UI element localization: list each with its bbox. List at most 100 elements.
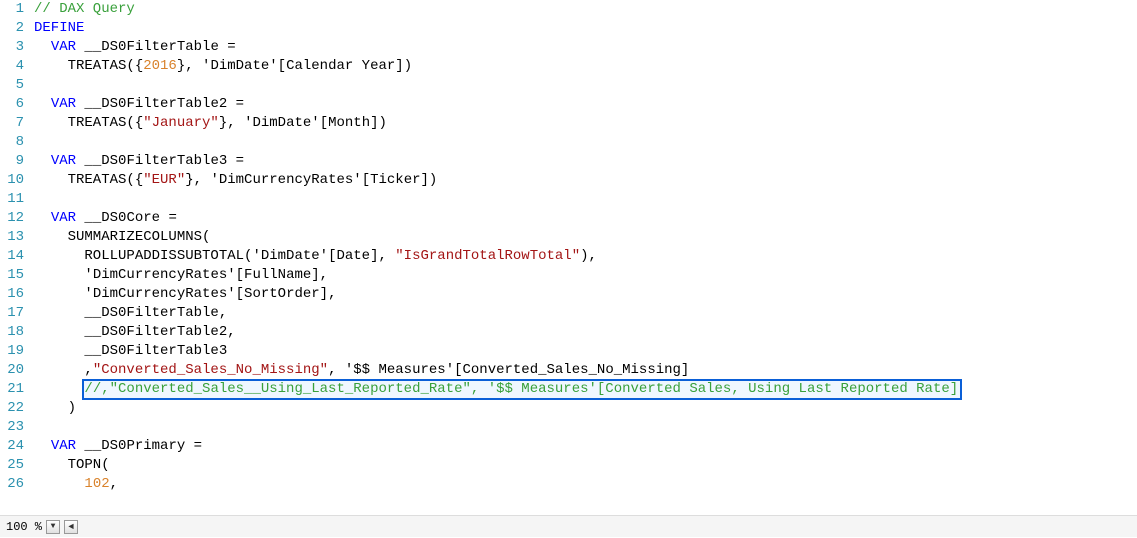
code-line[interactable]: TREATAS({2016}, 'DimDate'[Calendar Year]… [34,57,1137,76]
code-token: "Converted_Sales_No_Missing" [93,362,328,378]
code-line[interactable]: ) [34,399,1137,418]
code-token: // DAX Query [34,1,135,17]
status-bar: 100 % ▼ ◄ [0,515,1137,537]
line-number: 26 [0,475,24,494]
line-number: 25 [0,456,24,475]
line-number: 2 [0,19,24,38]
code-token: }, [219,115,244,131]
code-token: [SortOrder], [236,286,337,302]
code-token: __DS0Primary = [76,438,202,454]
code-line[interactable]: VAR __DS0Core = [34,209,1137,228]
code-line[interactable] [34,190,1137,209]
line-number: 3 [0,38,24,57]
code-token: __DS0FilterTable3 [34,343,227,359]
code-line[interactable] [34,133,1137,152]
code-token [34,476,84,492]
code-token: [FullName], [236,267,328,283]
code-line[interactable]: VAR __DS0FilterTable3 = [34,152,1137,171]
line-number: 23 [0,418,24,437]
code-line[interactable]: // DAX Query [34,0,1137,19]
code-line[interactable]: ,"Converted_Sales_No_Missing", '$$ Measu… [34,361,1137,380]
code-token: VAR [51,39,76,55]
code-editor[interactable]: 1234567891011121314151617181920212223242… [0,0,1137,513]
code-token [34,210,51,226]
line-number: 5 [0,76,24,95]
code-token [34,438,51,454]
line-number: 20 [0,361,24,380]
code-token: __DS0Core = [76,210,177,226]
line-number: 24 [0,437,24,456]
code-token: 'DimDate' [202,58,278,74]
code-token: TREATAS({ [34,58,143,74]
code-token [34,286,84,302]
code-token: , [34,362,93,378]
code-area[interactable]: // DAX Query DEFINE VAR __DS0FilterTable … [30,0,1137,513]
code-token: VAR [51,438,76,454]
code-token [34,381,84,397]
code-line[interactable]: __DS0FilterTable, [34,304,1137,323]
line-number: 10 [0,171,24,190]
code-line[interactable]: DEFINE [34,19,1137,38]
code-token: "January" [143,115,219,131]
code-token: [Ticker]) [362,172,438,188]
code-line[interactable]: //,"Converted_Sales__Using_Last_Reported… [34,380,1137,399]
code-token: ), [580,248,597,264]
code-token: __DS0FilterTable = [76,39,236,55]
line-number: 16 [0,285,24,304]
code-token: }, [185,172,210,188]
line-number: 8 [0,133,24,152]
code-line[interactable]: __DS0FilterTable3 [34,342,1137,361]
code-line[interactable]: TREATAS({"EUR"}, 'DimCurrencyRates'[Tick… [34,171,1137,190]
line-number: 21 [0,380,24,399]
zoom-level: 100 % [6,516,42,538]
code-token: DEFINE [34,20,84,36]
code-token: VAR [51,210,76,226]
code-token: [Date], [328,248,395,264]
code-line[interactable]: 'DimCurrencyRates'[SortOrder], [34,285,1137,304]
code-token: TREATAS({ [34,172,143,188]
line-number: 22 [0,399,24,418]
code-token [34,96,51,112]
line-number: 9 [0,152,24,171]
code-token: [Calendar Year]) [278,58,412,74]
code-line[interactable]: 'DimCurrencyRates'[FullName], [34,266,1137,285]
code-line[interactable]: VAR __DS0FilterTable2 = [34,95,1137,114]
line-number: 4 [0,57,24,76]
code-token: __DS0FilterTable, [34,305,227,321]
line-number: 6 [0,95,24,114]
code-line[interactable]: VAR __DS0Primary = [34,437,1137,456]
code-token: "IsGrandTotalRowTotal" [395,248,580,264]
code-line[interactable] [34,76,1137,95]
code-line[interactable]: SUMMARIZECOLUMNS( [34,228,1137,247]
line-number: 7 [0,114,24,133]
code-token: [Converted_Sales_No_Missing] [454,362,689,378]
code-line[interactable]: TREATAS({"January"}, 'DimDate'[Month]) [34,114,1137,133]
code-line[interactable]: __DS0FilterTable2, [34,323,1137,342]
code-token: __DS0FilterTable2 = [76,96,244,112]
line-number: 15 [0,266,24,285]
scroll-left-button[interactable]: ◄ [64,520,78,534]
code-token: VAR [51,153,76,169]
code-token: __DS0FilterTable2, [34,324,236,340]
code-token: TOPN( [34,457,110,473]
code-token: '$$ Measures' [345,362,454,378]
code-line[interactable]: TOPN( [34,456,1137,475]
code-line[interactable]: VAR __DS0FilterTable = [34,38,1137,57]
code-token [34,267,84,283]
code-token: //,"Converted_Sales__Using_Last_Reported… [84,381,958,397]
code-token: 'DimCurrencyRates' [210,172,361,188]
code-token: SUMMARIZECOLUMNS( [34,229,210,245]
line-number: 14 [0,247,24,266]
code-line[interactable]: 102, [34,475,1137,494]
code-token: , [110,476,118,492]
code-token: VAR [51,96,76,112]
code-token: ) [34,400,76,416]
code-line[interactable] [34,418,1137,437]
code-line[interactable]: ROLLUPADDISSUBTOTAL('DimDate'[Date], "Is… [34,247,1137,266]
code-token: TREATAS({ [34,115,143,131]
code-token [34,153,51,169]
code-token: ROLLUPADDISSUBTOTAL( [34,248,252,264]
zoom-dropdown-icon[interactable]: ▼ [46,520,60,534]
code-token: 'DimDate' [244,115,320,131]
code-token: [Month]) [320,115,387,131]
